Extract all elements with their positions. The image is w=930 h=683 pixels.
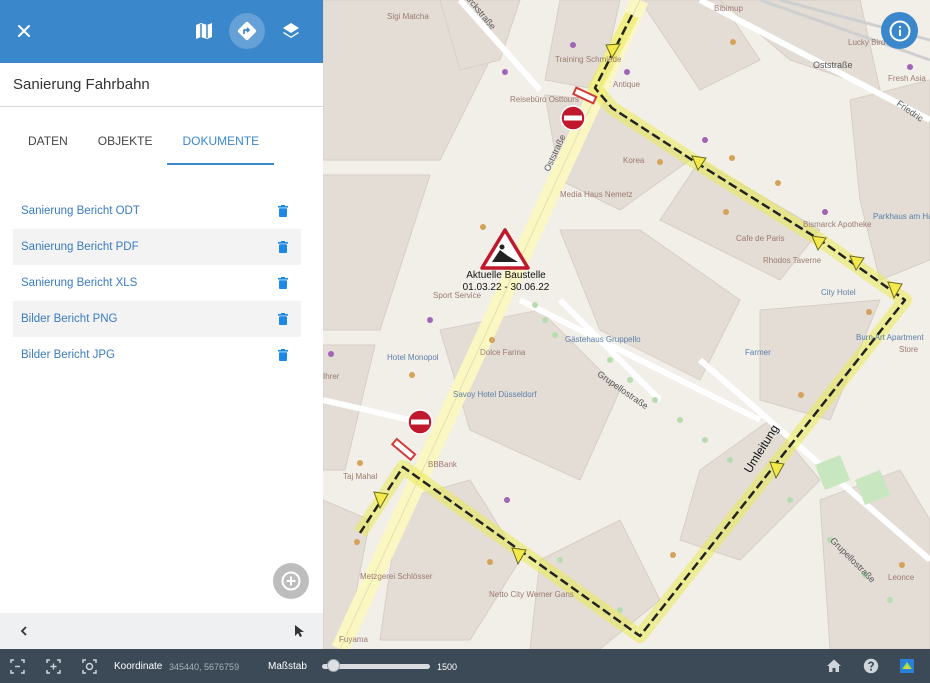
poi-label: Ihrer	[323, 372, 340, 381]
sidebar-footer	[0, 613, 323, 649]
layers-icon	[283, 23, 299, 38]
trash-icon	[277, 277, 288, 289]
poi-label: Rhodos Taverne	[763, 256, 822, 265]
poi-label: Lucky Bird	[848, 38, 886, 47]
street-label: Oststraße	[813, 60, 853, 70]
trash-icon	[277, 241, 288, 253]
poi-label: Farmer	[745, 348, 771, 357]
scale-value: 1500	[437, 662, 458, 672]
zoom-extent-icon	[45, 658, 61, 674]
poi-label: City Hotel	[821, 288, 856, 297]
tab-dokumente[interactable]: DOKUMENTE	[167, 120, 275, 165]
construction-label-title: Aktuelle Baustelle	[466, 270, 546, 281]
sidebar-toolbar	[0, 0, 323, 63]
status-bar: Koordinate 345440, 5676759 Maßstab 1500	[0, 649, 930, 683]
document-row: Sanierung Bericht ODT	[13, 193, 301, 229]
poi-label: Leonce	[888, 573, 915, 582]
poi-label: Gästehaus Gruppello	[565, 335, 641, 344]
scale-slider-thumb[interactable]	[327, 659, 340, 672]
app-logo	[899, 658, 915, 674]
add-circle-icon	[281, 571, 301, 591]
logo-icon	[900, 659, 914, 673]
poi-label: Burn Art Apartment	[856, 333, 924, 342]
fullscreen-exit-button[interactable]	[9, 658, 25, 674]
tab-bar: DATEN OBJEKTE DOKUMENTE	[13, 120, 275, 165]
poi-label: Fresh Asia	[888, 74, 926, 83]
trash-icon	[277, 349, 288, 361]
info-button[interactable]	[881, 12, 918, 49]
home-button[interactable]	[826, 658, 842, 674]
document-link[interactable]: Bilder Bericht PNG	[21, 313, 118, 325]
poi-label: BBBank	[428, 460, 457, 469]
help-icon	[863, 658, 879, 674]
document-row: Sanierung Bericht XLS	[13, 265, 301, 301]
tab-daten[interactable]: DATEN	[13, 120, 83, 165]
no-entry-sign-top	[560, 105, 586, 131]
route-button[interactable]	[229, 13, 265, 49]
document-row: Bilder Bericht PNG	[13, 301, 301, 337]
add-document-button[interactable]	[273, 563, 309, 599]
locate-button[interactable]	[81, 658, 97, 674]
poi-label: Savoy Hotel Düsseldorf	[453, 390, 537, 399]
poi-label: Metzgerei Schlösser	[360, 572, 433, 581]
poi-label: Dolce Farina	[480, 348, 526, 357]
poi-label: Netto City Werner Gans	[489, 590, 574, 599]
zoom-extent-button[interactable]	[45, 658, 61, 674]
poi-label: Store	[899, 345, 919, 354]
poi-label: Antique	[613, 80, 641, 89]
document-link[interactable]: Sanierung Bericht XLS	[21, 277, 137, 289]
document-link[interactable]: Bilder Bericht JPG	[21, 349, 115, 361]
route-icon	[237, 21, 257, 41]
layers-button[interactable]	[273, 13, 309, 49]
coordinate-label: Koordinate	[114, 661, 163, 672]
sidebar: Sanierung Fahrbahn DATEN OBJEKTE DOKUMEN…	[0, 0, 323, 649]
poi-label: Cafe de Paris	[736, 234, 785, 243]
poi-label: Bismarck Apotheke	[803, 220, 872, 229]
document-row: Bilder Bericht JPG	[13, 337, 301, 373]
document-row: Sanierung Bericht PDF	[13, 229, 301, 265]
delete-document-button[interactable]	[276, 205, 289, 218]
document-link[interactable]: Sanierung Bericht ODT	[21, 205, 140, 217]
map-view[interactable]: Sigi Matcha marckstraße Training Schmied…	[323, 0, 930, 649]
tab-objekte[interactable]: OBJEKTE	[83, 120, 168, 165]
coordinate-value: 345440, 5676759	[169, 662, 240, 672]
home-icon	[827, 659, 841, 672]
map-icon	[196, 23, 212, 39]
poi-label: Taj Mahal	[343, 472, 378, 481]
app: Sigi Matcha marckstraße Training Schmied…	[0, 0, 930, 683]
construction-label-dates: 01.03.22 - 30.06.22	[462, 282, 550, 293]
trash-icon	[277, 313, 288, 325]
info-icon	[889, 20, 910, 41]
delete-document-button[interactable]	[276, 241, 289, 254]
delete-document-button[interactable]	[276, 277, 289, 290]
close-icon	[18, 25, 30, 37]
poi-label: Sigi Matcha	[387, 12, 429, 21]
delete-document-button[interactable]	[276, 313, 289, 326]
poi-label: Korea	[623, 156, 645, 165]
chevron-left-icon	[20, 626, 27, 636]
page-title: Sanierung Fahrbahn	[0, 63, 323, 107]
trash-icon	[277, 205, 288, 217]
document-list: Sanierung Bericht ODT Sanierung Bericht …	[13, 193, 301, 373]
map-button[interactable]	[186, 13, 222, 49]
scale-label: Maßstab	[268, 661, 307, 672]
delete-document-button[interactable]	[276, 349, 289, 362]
poi-label: Hotel Monopol	[387, 353, 439, 362]
construction-label: Aktuelle Baustelle 01.03.22 - 30.06.22	[458, 270, 554, 294]
poi-label: Bibimup	[714, 4, 743, 13]
poi-label: Media Haus Nemetz	[560, 190, 633, 199]
poi-label: Parkhaus am Hauptbahnhof	[873, 212, 930, 221]
help-button[interactable]	[863, 658, 879, 674]
no-entry-sign-bottom	[407, 409, 433, 435]
close-button[interactable]	[6, 13, 42, 49]
poi-label: Reisebüro Osttours	[510, 95, 579, 104]
poi-label: Training Schmiede	[555, 55, 622, 64]
poi-label: Fuyama	[339, 635, 368, 644]
pointer-icon[interactable]	[291, 623, 307, 639]
locate-icon	[81, 658, 97, 674]
collapse-sidebar-button[interactable]	[15, 622, 33, 640]
scale-slider[interactable]	[322, 659, 430, 672]
fullscreen-exit-icon	[9, 658, 25, 674]
document-link[interactable]: Sanierung Bericht PDF	[21, 241, 139, 253]
